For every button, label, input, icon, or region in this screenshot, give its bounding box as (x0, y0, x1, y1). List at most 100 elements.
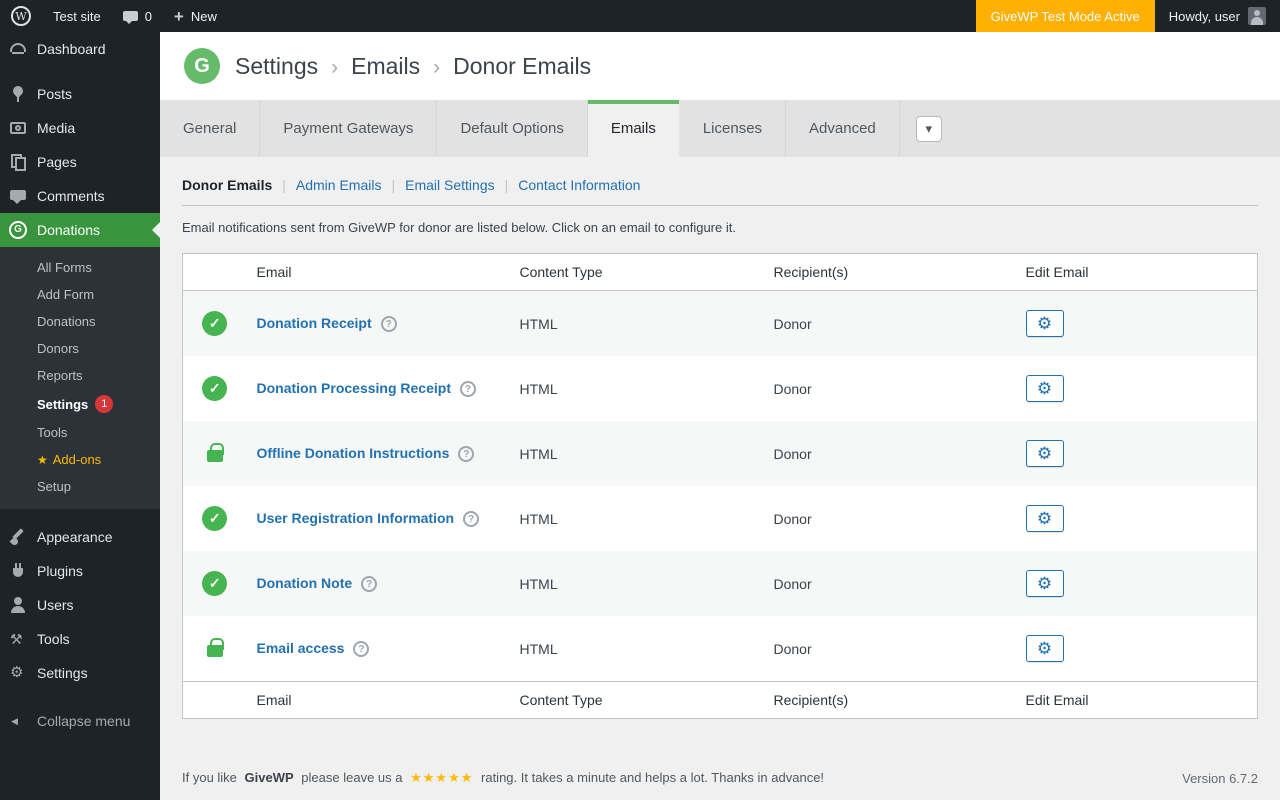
sidebar-item-pages[interactable]: Pages (0, 145, 160, 179)
sidebar-item-donations[interactable]: Donations (0, 213, 160, 247)
admin-footer: If you like GiveWP please leave us a ★★★… (160, 770, 1280, 800)
sidebar-item-tools[interactable]: Tools (0, 622, 160, 656)
submenu-item-label: All Forms (37, 260, 92, 275)
tab-label: Licenses (702, 120, 763, 137)
submenu-item-label: Reports (37, 368, 83, 383)
breadcrumb-donor-emails: Donor Emails (453, 52, 592, 79)
chevron-right-icon (433, 53, 440, 80)
check-circle-icon (202, 376, 228, 401)
sidebar-item-dashboard[interactable]: Dashboard (0, 32, 160, 66)
edit-email-button[interactable] (1025, 635, 1064, 662)
email-section-subnav: Donor Emails Admin Emails Email Settings… (160, 157, 1280, 193)
tab-emails[interactable]: Emails (587, 100, 680, 157)
five-stars-rating-link[interactable]: ★★★★★ (410, 770, 473, 785)
new-content-menu[interactable]: New (163, 0, 228, 32)
givewp-test-mode-badge[interactable]: GiveWP Test Mode Active (975, 0, 1155, 32)
submenu-item-reports[interactable]: Reports (0, 362, 160, 389)
gear-icon (1037, 380, 1052, 397)
edit-email-button[interactable] (1025, 505, 1064, 532)
settings-tab-bar: General Payment Gateways Default Options… (160, 100, 1280, 157)
tab-advanced[interactable]: Advanced (786, 100, 900, 157)
pages-icon (8, 152, 28, 172)
sidebar-item-users[interactable]: Users (0, 588, 160, 622)
email-column-footer: Email (246, 681, 510, 719)
help-icon[interactable] (361, 576, 378, 593)
sidebar-item-appearance[interactable]: Appearance (0, 520, 160, 554)
wordpress-menu[interactable] (0, 0, 42, 32)
star-icon (37, 452, 53, 467)
submenu-item-all-forms[interactable]: All Forms (0, 254, 160, 281)
sidebar-item-label: Donations (37, 222, 101, 238)
submenu-item-add-ons[interactable]: Add-ons (0, 446, 160, 473)
sidebar-item-media[interactable]: Media (0, 111, 160, 145)
menu-separator (0, 509, 160, 520)
email-link[interactable]: Donation Note (257, 575, 353, 591)
footer-text-prefix: If you like (182, 770, 237, 785)
brush-icon (8, 527, 28, 547)
tab-payment-gateways[interactable]: Payment Gateways (260, 100, 438, 157)
email-link[interactable]: Donation Processing Receipt (257, 380, 451, 396)
email-link[interactable]: Donation Receipt (257, 315, 372, 331)
site-name-link[interactable]: Test site (42, 0, 112, 32)
settings-page-header: Settings Emails Donor Emails (160, 32, 1280, 100)
pin-icon (8, 84, 28, 104)
subnav-item-email-settings[interactable]: Email Settings (405, 177, 494, 193)
recipients-cell: Donor (773, 380, 812, 397)
main-content: Settings Emails Donor Emails General Pay… (160, 32, 1280, 800)
recipients-cell: Donor (773, 315, 812, 332)
lock-icon (206, 637, 224, 657)
submenu-item-label: Tools (37, 425, 68, 440)
help-icon[interactable] (380, 316, 397, 333)
sidebar-item-label: Collapse menu (37, 713, 131, 729)
content-type-column-footer: Content Type (509, 681, 764, 719)
submenu-item-settings[interactable]: Settings 1 (0, 389, 160, 419)
sidebar-item-label: Media (37, 120, 76, 136)
account-menu[interactable]: Howdy, user (1155, 7, 1280, 25)
content-type-cell: HTML (519, 575, 558, 592)
recipients-cell: Donor (773, 575, 812, 592)
help-icon[interactable] (459, 381, 476, 398)
more-tabs-dropdown-button[interactable] (915, 115, 942, 142)
tools-icon (8, 629, 28, 649)
sidebar-item-plugins[interactable]: Plugins (0, 554, 160, 588)
edit-email-button[interactable] (1025, 375, 1064, 402)
tab-general[interactable]: General (160, 100, 261, 157)
submenu-item-donations[interactable]: Donations (0, 308, 160, 335)
comments-shortcut[interactable]: 0 (112, 0, 163, 32)
subnav-item-contact-information[interactable]: Contact Information (518, 177, 640, 193)
edit-email-button[interactable] (1025, 440, 1064, 467)
sidebar-item-label: Appearance (37, 529, 113, 545)
help-icon[interactable] (353, 641, 370, 658)
content-type-column-header: Content Type (509, 253, 764, 291)
submenu-item-add-form[interactable]: Add Form (0, 281, 160, 308)
email-link[interactable]: Offline Donation Instructions (257, 445, 450, 461)
settings-gear-icon (8, 663, 28, 683)
lock-icon (206, 442, 224, 462)
email-link[interactable]: Email access (257, 640, 345, 656)
submenu-item-tools[interactable]: Tools (0, 419, 160, 446)
help-icon[interactable] (458, 446, 475, 463)
plus-icon (174, 8, 184, 25)
subnav-item-donor-emails[interactable]: Donor Emails (182, 177, 272, 193)
status-icon (206, 442, 224, 465)
tab-default-options[interactable]: Default Options (437, 100, 588, 157)
status-icon (206, 637, 224, 660)
submenu-item-donors[interactable]: Donors (0, 335, 160, 362)
collapse-menu-button[interactable]: Collapse menu (0, 704, 160, 738)
status-column-footer (182, 681, 247, 719)
edit-email-button[interactable] (1025, 310, 1064, 337)
breadcrumb-emails[interactable]: Emails (351, 53, 420, 80)
breadcrumb-settings[interactable]: Settings (235, 53, 318, 80)
separator (505, 177, 509, 193)
help-icon[interactable] (463, 511, 480, 528)
sidebar-item-posts[interactable]: Posts (0, 77, 160, 111)
email-link[interactable]: User Registration Information (257, 510, 455, 526)
sidebar-item-comments[interactable]: Comments (0, 179, 160, 213)
table-header-row: Email Content Type Recipient(s) Edit Ema… (182, 253, 1258, 291)
sidebar-item-settings[interactable]: Settings (0, 656, 160, 690)
tab-licenses[interactable]: Licenses (680, 100, 787, 157)
new-label: New (190, 8, 217, 24)
subnav-item-admin-emails[interactable]: Admin Emails (296, 177, 382, 193)
submenu-item-setup[interactable]: Setup (0, 473, 160, 500)
edit-email-button[interactable] (1025, 570, 1064, 597)
